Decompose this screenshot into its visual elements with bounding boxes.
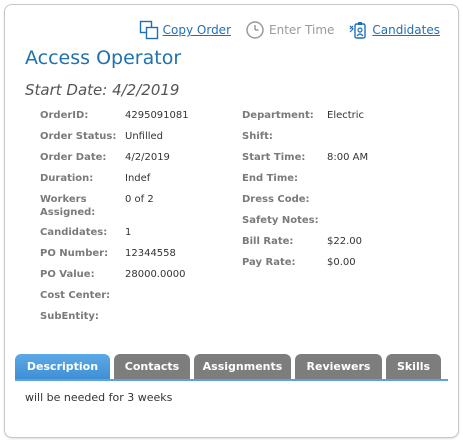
detail-row-safety-notes: Safety Notes: <box>242 214 442 228</box>
page-title: Access Operator <box>25 47 182 69</box>
detail-value: Electric <box>327 110 365 121</box>
detail-label: Start Time: <box>242 152 306 163</box>
detail-row-cost-center: Cost Center: <box>40 289 240 303</box>
detail-value: $22.00 <box>327 236 362 247</box>
detail-row-order-status: Order Status: Unfilled <box>40 130 240 144</box>
detail-value: 28000.0000 <box>125 269 186 280</box>
detail-row-candidates: Candidates: 1 <box>40 226 240 240</box>
detail-label: Department: <box>242 110 314 121</box>
detail-value: 4295091081 <box>125 110 189 121</box>
detail-label: Bill Rate: <box>242 236 294 247</box>
detail-value: Unfilled <box>125 131 164 142</box>
detail-row-start-time: Start Time: 8:00 AM <box>242 151 442 165</box>
detail-label: PO Value: <box>40 269 95 280</box>
detail-label: Order Status: <box>40 131 117 142</box>
detail-label: Order Date: <box>40 152 107 163</box>
detail-value: 0 of 2 <box>125 194 154 205</box>
details-left-column: OrderID: 4295091081 Order Status: Unfill… <box>40 109 240 331</box>
detail-label: Pay Rate: <box>242 257 296 268</box>
detail-value: 4/2/2019 <box>125 152 170 163</box>
detail-row-pay-rate: Pay Rate: $0.00 <box>242 256 442 270</box>
candidates-label[interactable]: Candidates <box>372 23 440 37</box>
detail-label: Shift: <box>242 131 273 142</box>
detail-value: 1 <box>125 227 132 238</box>
tab-assignments[interactable]: Assignments <box>194 354 291 380</box>
detail-label: Candidates: <box>40 227 108 238</box>
detail-tabs: Description Contacts Assignments Reviewe… <box>15 354 445 380</box>
tab-skills[interactable]: Skills <box>386 354 441 380</box>
detail-row-department: Department: Electric <box>242 109 442 123</box>
detail-row-po-value: PO Value: 28000.0000 <box>40 268 240 282</box>
enter-time-link: Enter Time <box>245 20 334 40</box>
tab-reviewers[interactable]: Reviewers <box>295 354 382 380</box>
detail-row-end-time: End Time: <box>242 172 442 186</box>
detail-row-order-id: OrderID: 4295091081 <box>40 109 240 123</box>
detail-label: PO Number: <box>40 248 109 259</box>
detail-label: Safety Notes: <box>242 215 319 226</box>
start-date-subtitle: Start Date: 4/2/2019 <box>25 81 180 99</box>
detail-label: Dress Code: <box>242 194 310 205</box>
copy-icon <box>139 20 159 40</box>
detail-label: Workers Assigned: <box>40 194 96 218</box>
detail-value: Indef <box>125 173 151 184</box>
detail-label: OrderID: <box>40 110 89 121</box>
detail-row-shift: Shift: <box>242 130 442 144</box>
detail-label: End Time: <box>242 173 299 184</box>
candidates-icon <box>348 20 368 40</box>
tab-description[interactable]: Description <box>15 354 110 380</box>
detail-row-po-number: PO Number: 12344558 <box>40 247 240 261</box>
detail-label: SubEntity: <box>40 311 99 322</box>
detail-value: 8:00 AM <box>327 152 369 163</box>
detail-label: Duration: <box>40 173 94 184</box>
detail-row-duration: Duration: Indef <box>40 172 240 186</box>
copy-order-link[interactable]: Copy Order <box>139 20 231 40</box>
detail-row-dress-code: Dress Code: <box>242 193 442 207</box>
tab-divider <box>15 379 448 381</box>
detail-row-order-date: Order Date: 4/2/2019 <box>40 151 240 165</box>
detail-value: 12344558 <box>125 248 176 259</box>
candidates-link[interactable]: Candidates <box>348 20 440 40</box>
detail-row-subentity: SubEntity: <box>40 310 240 324</box>
detail-row-bill-rate: Bill Rate: $22.00 <box>242 235 442 249</box>
toolbar: Copy Order Enter Time Candidates <box>125 19 440 41</box>
details-right-column: Department: Electric Shift: Start Time: … <box>242 109 442 277</box>
detail-label: Cost Center: <box>40 290 111 301</box>
copy-order-label[interactable]: Copy Order <box>163 23 231 37</box>
detail-value: $0.00 <box>327 257 356 268</box>
enter-time-label: Enter Time <box>269 23 335 37</box>
tab-contacts[interactable]: Contacts <box>114 354 190 380</box>
description-text: will be needed for 3 weeks <box>25 391 173 404</box>
order-card: Copy Order Enter Time Candidates Access … <box>4 4 459 438</box>
clock-icon <box>245 20 265 40</box>
detail-row-workers-assigned: Workers Assigned: 0 of 2 <box>40 193 240 219</box>
